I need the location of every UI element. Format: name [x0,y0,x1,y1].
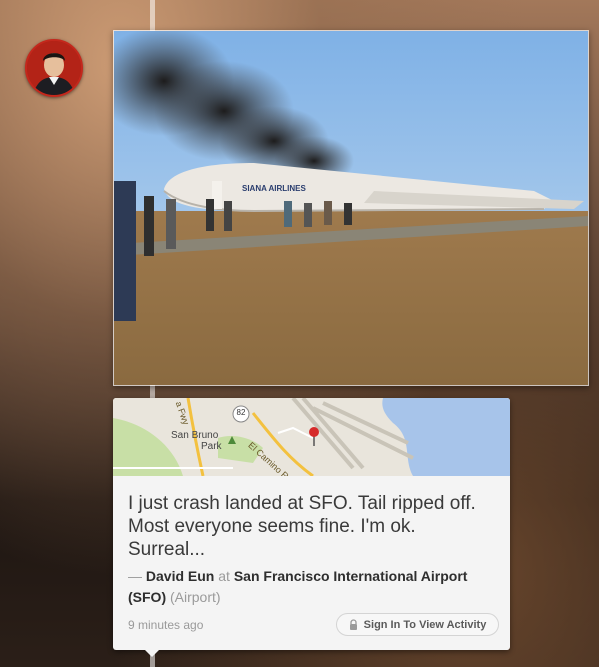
map-label-highway: 82 [236,408,246,417]
venue-category: (Airport) [166,589,221,605]
crash-photo: SIANA AIRLINES [114,31,588,385]
checkin-card: 82 a Fwy San Bruno Park El Camino Re I j… [113,398,510,650]
avatar[interactable] [25,39,83,97]
post-photo[interactable]: SIANA AIRLINES [113,30,589,386]
tree-icon [228,436,236,444]
status-text: I just crash landed at SFO. Tail ripped … [128,493,476,560]
attribution-dash: — [128,568,146,584]
profile-photo [27,41,81,95]
map-label-city: San Bruno [171,430,219,441]
attribution: — David Eun at San Francisco Internation… [128,566,503,608]
attribution-at: at [214,568,234,584]
timeline-notch [145,650,159,657]
sign-in-label: Sign In To View Activity [363,618,487,631]
timestamp[interactable]: 9 minutes ago [128,618,203,632]
map-label-park: Park [201,441,222,452]
author-name-link[interactable]: David Eun [146,568,214,584]
location-map[interactable]: 82 a Fwy San Bruno Park El Camino Re [113,398,510,476]
airline-livery-text: SIANA AIRLINES [242,184,307,193]
map-pin-icon [306,426,322,451]
lock-icon [349,619,357,630]
sign-in-button[interactable]: Sign In To View Activity [336,613,499,636]
